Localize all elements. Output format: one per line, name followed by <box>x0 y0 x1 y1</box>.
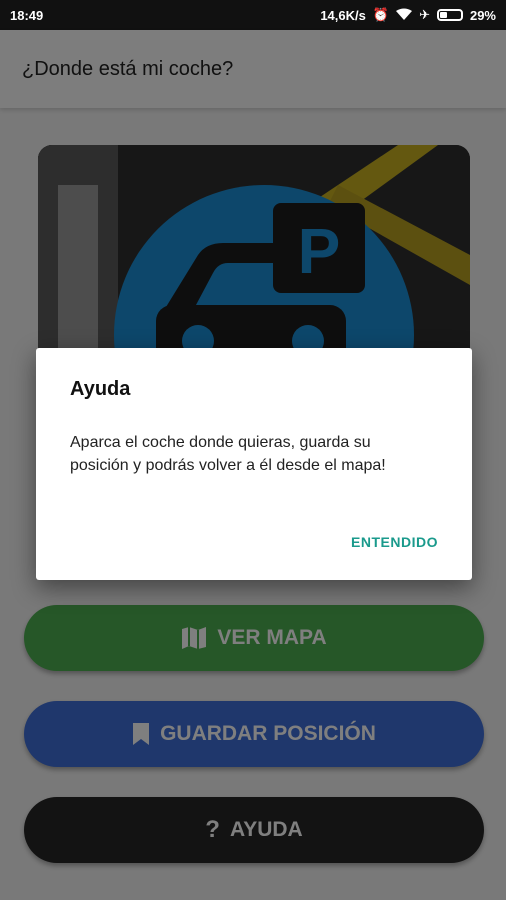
dialog-title: Ayuda <box>70 378 131 400</box>
network-speed: 14,6K/s <box>320 7 366 23</box>
help-dialog: Ayuda Aparca el coche donde quieras, gua… <box>36 348 472 580</box>
status-right: 14,6K/s ⏰ ✈ 29% <box>320 7 496 23</box>
battery-icon <box>436 9 463 21</box>
dialog-message: Aparca el coche donde quieras, guarda su… <box>70 434 386 474</box>
alarm-icon: ⏰ <box>372 7 390 22</box>
status-time: 18:49 <box>10 7 44 23</box>
battery-percent: 29% <box>469 7 496 23</box>
status-bar: 18:49 14,6K/s ⏰ ✈ 29% <box>0 0 506 30</box>
airplane-icon: ✈ <box>419 7 430 22</box>
wifi-icon <box>396 8 413 23</box>
understood-button[interactable]: ENTENDIDO <box>351 534 438 550</box>
